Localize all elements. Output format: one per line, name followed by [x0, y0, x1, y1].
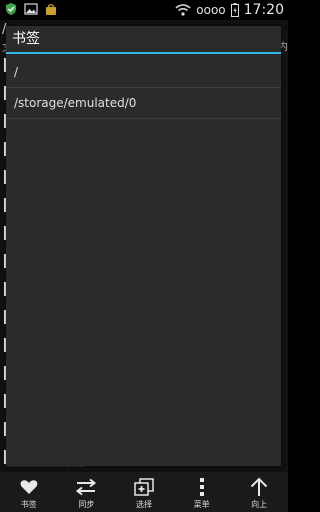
signal-indicator: oooo: [196, 3, 226, 17]
select-plus-icon: [134, 478, 154, 496]
image-icon: [24, 3, 38, 15]
up-label: 向上: [251, 500, 268, 509]
status-bar: oooo 17:20: [0, 0, 288, 20]
bag-icon: [46, 4, 56, 15]
bookmarks-button[interactable]: 书签: [1, 472, 57, 512]
bookmark-item-root[interactable]: /: [6, 57, 281, 88]
sync-button[interactable]: 同步: [58, 472, 114, 512]
bookmarks-label: 书签: [20, 500, 37, 509]
select-label: 选择: [135, 500, 152, 509]
sync-arrows-icon: [76, 478, 97, 496]
menu-label: 菜单: [193, 500, 210, 509]
select-button[interactable]: 选择: [116, 472, 172, 512]
battery-icon: [230, 3, 239, 17]
sync-label: 同步: [78, 500, 95, 509]
heart-icon: [20, 480, 38, 494]
wifi-icon: [175, 4, 191, 16]
bookmarks-dialog: 书签 / /storage/emulated/0: [6, 26, 281, 466]
clock: 17:20: [243, 2, 284, 18]
shield-check-icon: [6, 3, 16, 15]
menu-button[interactable]: 菜单: [174, 472, 230, 512]
up-button[interactable]: 向上: [231, 472, 287, 512]
bottom-toolbar: 书签 同步 选择 菜单 向上: [0, 472, 288, 512]
dialog-title: 书签: [6, 26, 281, 54]
bookmark-item-storage[interactable]: /storage/emulated/0: [6, 88, 281, 119]
menu-dots-icon: [199, 478, 204, 496]
arrow-up-icon: [250, 477, 268, 496]
